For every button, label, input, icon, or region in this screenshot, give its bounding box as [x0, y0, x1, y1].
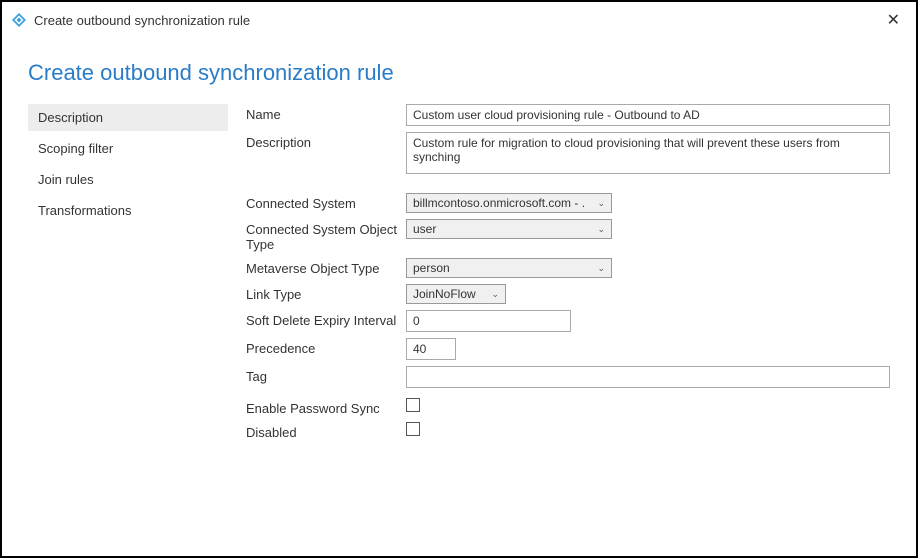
page-title: Create outbound synchronization rule [2, 38, 916, 104]
disabled-checkbox[interactable] [406, 422, 420, 436]
mv-object-type-select[interactable]: person ⌄ [406, 258, 612, 278]
precedence-input[interactable] [406, 338, 456, 360]
sidebar-item-label: Join rules [38, 172, 94, 187]
sidebar-item-label: Scoping filter [38, 141, 113, 156]
description-label: Description [246, 132, 406, 150]
select-value: billmcontoso.onmicrosoft.com - . [413, 196, 585, 210]
sidebar-item-scoping-filter[interactable]: Scoping filter [28, 135, 228, 162]
soft-delete-label: Soft Delete Expiry Interval [246, 310, 406, 328]
chevron-down-icon: ⌄ [597, 224, 605, 235]
link-type-label: Link Type [246, 284, 406, 302]
chevron-down-icon: ⌄ [597, 263, 605, 274]
tag-input[interactable] [406, 366, 890, 388]
sidebar-item-description[interactable]: Description [28, 104, 228, 131]
sidebar-item-transformations[interactable]: Transformations [28, 197, 228, 224]
name-label: Name [246, 104, 406, 122]
chevron-down-icon: ⌄ [491, 289, 499, 300]
close-button[interactable]: ✕ [881, 8, 906, 32]
description-textarea[interactable] [406, 132, 890, 174]
tag-label: Tag [246, 366, 406, 384]
select-value: JoinNoFlow [413, 287, 476, 301]
enable-password-sync-label: Enable Password Sync [246, 398, 406, 416]
chevron-down-icon: ⌄ [597, 198, 605, 209]
connected-system-select[interactable]: billmcontoso.onmicrosoft.com - . ⌄ [406, 193, 612, 213]
enable-password-sync-checkbox[interactable] [406, 398, 420, 412]
soft-delete-input[interactable] [406, 310, 571, 332]
connected-system-label: Connected System [246, 193, 406, 211]
precedence-label: Precedence [246, 338, 406, 356]
cs-object-type-label: Connected System Object Type [246, 219, 406, 252]
sidebar-item-label: Transformations [38, 203, 131, 218]
disabled-label: Disabled [246, 422, 406, 440]
link-type-select[interactable]: JoinNoFlow ⌄ [406, 284, 506, 304]
sidebar-item-join-rules[interactable]: Join rules [28, 166, 228, 193]
name-input[interactable] [406, 104, 890, 126]
mv-object-type-label: Metaverse Object Type [246, 258, 406, 276]
select-value: user [413, 222, 436, 236]
select-value: person [413, 261, 450, 275]
app-icon [12, 13, 26, 27]
sidebar: Description Scoping filter Join rules Tr… [28, 104, 228, 446]
window-title: Create outbound synchronization rule [34, 13, 250, 28]
cs-object-type-select[interactable]: user ⌄ [406, 219, 612, 239]
sidebar-item-label: Description [38, 110, 103, 125]
